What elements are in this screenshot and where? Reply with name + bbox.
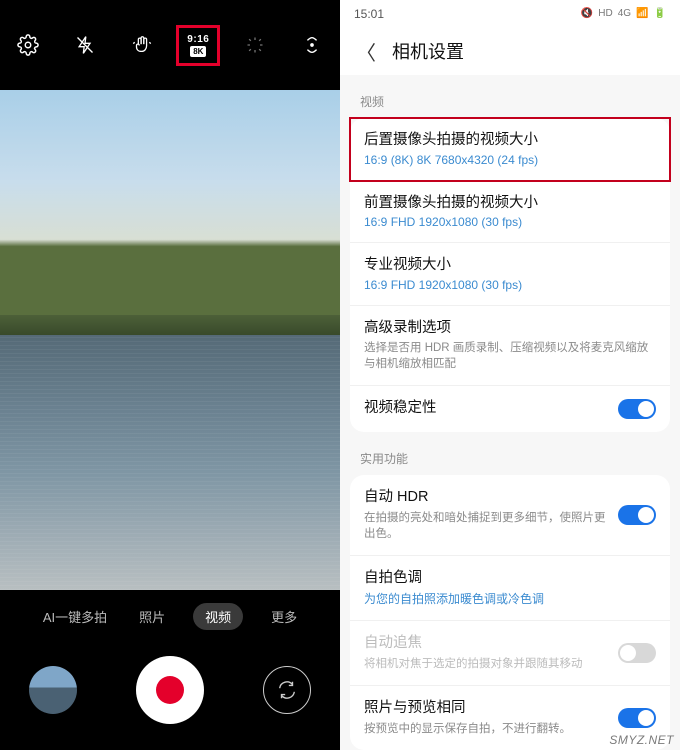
shutter-button[interactable] [136,656,204,724]
setting-rear-video-size[interactable]: 后置摄像头拍摄的视频大小 16:9 (8K) 8K 7680x4320 (24 … [350,118,670,181]
switch-camera-button[interactable] [263,666,311,714]
setting-title: 后置摄像头拍摄的视频大小 [364,131,656,151]
setting-front-video-size[interactable]: 前置摄像头拍摄的视频大小 16:9 FHD 1920x1080 (30 fps) [350,181,670,244]
toggle-switch[interactable] [618,399,656,419]
scene-water [0,335,340,590]
setting-advanced-recording[interactable]: 高级录制选项 选择是否用 HDR 画质录制、压缩视频以及将麦克风缩放与相机缩放相… [350,306,670,387]
setting-title: 前置摄像头拍摄的视频大小 [364,194,656,214]
section-label-utility: 实用功能 [340,432,680,475]
live-focus-icon[interactable] [297,30,327,60]
camera-app: 9:16 8K AI一键多拍 照片 视频 更多 [0,0,340,750]
setting-pro-video-size[interactable]: 专业视频大小 16:9 FHD 1920x1080 (30 fps) [350,243,670,306]
setting-value: 16:9 (8K) 8K 7680x4320 (24 fps) [364,153,656,167]
resolution-badge: 8K [190,46,206,57]
network-indicator: 4G [618,8,631,19]
camera-viewfinder[interactable] [0,90,340,590]
camera-settings-screen: 15:01 🔇 HD 4G 📶 🔋 〈 相机设置 视频 后置摄像头拍摄的视频大小… [340,0,680,750]
toggle-switch[interactable] [618,505,656,525]
utility-settings-card: 自动 HDR 在拍摄的亮处和暗处捕捉到更多细节，使照片更出色。 自拍色调 为您的… [350,475,670,750]
flash-off-icon[interactable] [70,30,100,60]
setting-title: 视频稳定性 [364,399,656,419]
aspect-ratio-button[interactable]: 9:16 8K [183,32,213,59]
mode-ai-multishot[interactable]: AI一键多拍 [39,603,111,630]
scene-sky [0,90,340,320]
settings-header: 〈 相机设置 [340,27,680,75]
status-time: 15:01 [354,7,384,21]
page-title: 相机设置 [392,38,464,64]
setting-video-stabilization[interactable]: 视频稳定性 [350,386,670,432]
hd-icon: HD [598,8,612,19]
status-bar: 15:01 🔇 HD 4G 📶 🔋 [340,0,680,27]
setting-value: 16:9 FHD 1920x1080 (30 fps) [364,215,656,229]
ratio-text: 9:16 [187,34,209,45]
setting-title: 自拍色调 [364,569,656,589]
setting-title: 专业视频大小 [364,256,656,276]
setting-description: 在拍摄的亮处和暗处捕捉到更多细节，使照片更出色。 [364,510,656,542]
mute-icon: 🔇 [581,8,593,19]
setting-title: 高级录制选项 [364,319,656,339]
setting-value: 16:9 FHD 1920x1080 (30 fps) [364,278,656,292]
watermark: SMYZ.NET [609,733,674,747]
palm-gesture-icon[interactable] [127,30,157,60]
mode-photo[interactable]: 照片 [135,603,169,630]
mode-more[interactable]: 更多 [267,603,301,630]
back-icon[interactable]: 〈 [356,37,376,66]
gallery-thumbnail[interactable] [29,666,77,714]
setting-title: 自动 HDR [364,488,656,508]
setting-tracking-af: 自动追焦 将相机对焦于选定的拍摄对象并跟随其移动 [350,621,670,686]
setting-title: 自动追焦 [364,634,656,654]
section-label-video: 视频 [340,75,680,118]
camera-bottom-bar [0,650,340,730]
effects-icon[interactable] [240,30,270,60]
video-settings-card: 后置摄像头拍摄的视频大小 16:9 (8K) 8K 7680x4320 (24 … [350,118,670,432]
setting-description: 将相机对焦于选定的拍摄对象并跟随其移动 [364,656,656,672]
setting-selfie-tone[interactable]: 自拍色调 为您的自拍照添加暖色调或冷色调 [350,556,670,622]
settings-icon[interactable] [13,30,43,60]
camera-top-toolbar: 9:16 8K [0,0,340,90]
setting-description: 选择是否用 HDR 画质录制、压缩视频以及将麦克风缩放与相机缩放相匹配 [364,340,656,372]
setting-auto-hdr[interactable]: 自动 HDR 在拍摄的亮处和暗处捕捉到更多细节，使照片更出色。 [350,475,670,556]
toggle-switch[interactable] [618,708,656,728]
battery-icon: 🔋 [654,8,666,19]
setting-value: 为您的自拍照添加暖色调或冷色调 [364,590,656,607]
toggle-switch [618,643,656,663]
camera-mode-bar: AI一键多拍 照片 视频 更多 [0,603,340,630]
mode-video[interactable]: 视频 [193,603,243,630]
record-icon [156,676,184,704]
signal-icon: 📶 [636,8,648,19]
setting-title: 照片与预览相同 [364,699,656,719]
